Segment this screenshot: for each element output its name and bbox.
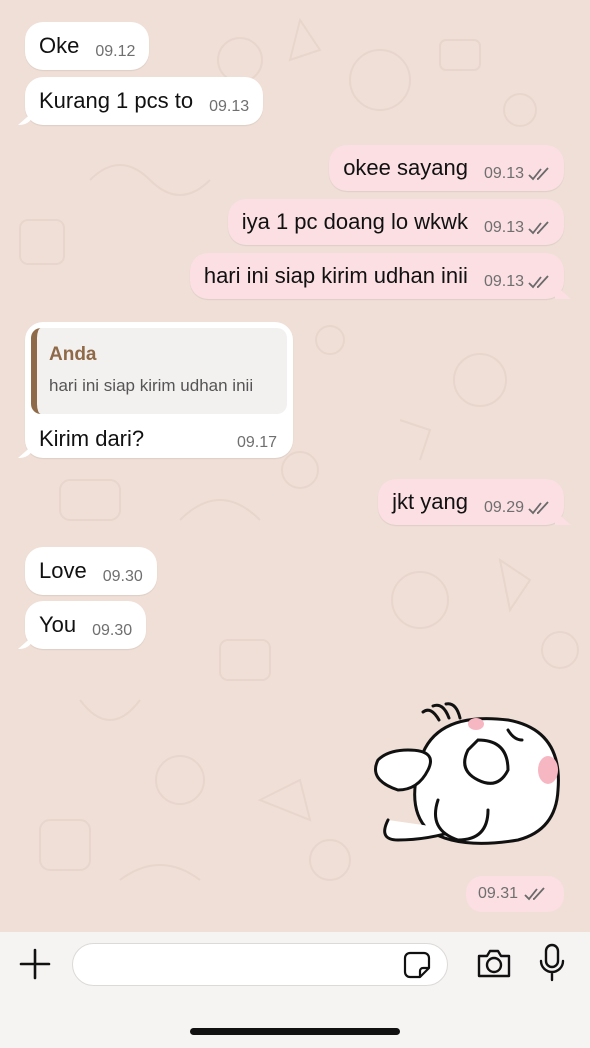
chat-area[interactable]: Oke 09.12 Kurang 1 pcs to 09.13 okee say… — [0, 0, 590, 932]
message-meta: 09.13 — [484, 273, 550, 291]
message-time: 09.30 — [102, 568, 143, 585]
message-time: 09.31 — [478, 885, 519, 902]
message-text: You — [39, 612, 77, 637]
message-bubble-outgoing[interactable]: okee sayang 09.13 — [329, 145, 564, 191]
message-text: Kirim dari? — [39, 426, 145, 451]
quoted-message[interactable]: Anda hari ini siap kirim udhan inii — [31, 328, 287, 414]
message-bubble-outgoing[interactable]: iya 1 pc doang lo wkwk 09.13 — [227, 199, 564, 245]
double-check-icon — [528, 275, 549, 289]
message-text: hari ini siap kirim udhan inii — [203, 263, 468, 288]
message-text: okee sayang — [343, 155, 468, 180]
message-input[interactable] — [72, 943, 448, 986]
message-bubble-incoming[interactable]: You 09.30 — [25, 601, 147, 649]
quoted-author: Anda — [49, 344, 97, 365]
message-bubble-outgoing[interactable]: jkt yang 09.29 — [378, 479, 564, 525]
message-time: 09.30 — [92, 622, 133, 639]
message-meta: 09.29 — [484, 499, 550, 517]
message-bubble-incoming[interactable]: Kurang 1 pcs to 09.13 — [25, 77, 264, 125]
home-indicator[interactable] — [190, 1028, 400, 1035]
camera-icon[interactable] — [475, 946, 513, 982]
message-time: 09.13 — [483, 273, 524, 290]
message-bubble-outgoing[interactable]: hari ini siap kirim udhan inii 09.13 — [189, 253, 564, 299]
sticker-image[interactable] — [368, 700, 568, 860]
message-text: Oke — [39, 33, 80, 58]
double-check-icon — [528, 221, 549, 235]
sticker-meta: 09.31 — [466, 876, 564, 912]
message-text: jkt yang — [392, 489, 468, 514]
message-time: 09.12 — [95, 43, 136, 60]
message-time: 09.13 — [483, 219, 524, 236]
message-text: Love — [39, 558, 87, 583]
message-bubble-incoming[interactable]: Love 09.30 — [25, 547, 157, 595]
plus-icon[interactable] — [18, 947, 52, 981]
double-check-icon — [528, 501, 549, 515]
microphone-icon[interactable] — [538, 943, 566, 983]
quoted-text: hari ini siap kirim udhan inii — [49, 376, 254, 395]
message-bubble-incoming[interactable]: Oke 09.12 — [25, 22, 150, 70]
double-check-icon — [528, 167, 549, 181]
message-time: 09.17 — [236, 434, 277, 451]
message-meta: 09.13 — [484, 219, 550, 237]
sticker-icon[interactable] — [402, 950, 432, 980]
message-meta: 09.13 — [484, 165, 550, 183]
message-time: 09.13 — [483, 165, 524, 182]
message-text: Kurang 1 pcs to — [39, 88, 194, 113]
message-text: iya 1 pc doang lo wkwk — [241, 209, 468, 234]
reply-message-bubble[interactable]: Anda hari ini siap kirim udhan inii Kiri… — [25, 322, 293, 458]
message-time: 09.29 — [483, 499, 524, 516]
double-check-icon — [524, 887, 545, 901]
message-time: 09.13 — [209, 98, 250, 115]
